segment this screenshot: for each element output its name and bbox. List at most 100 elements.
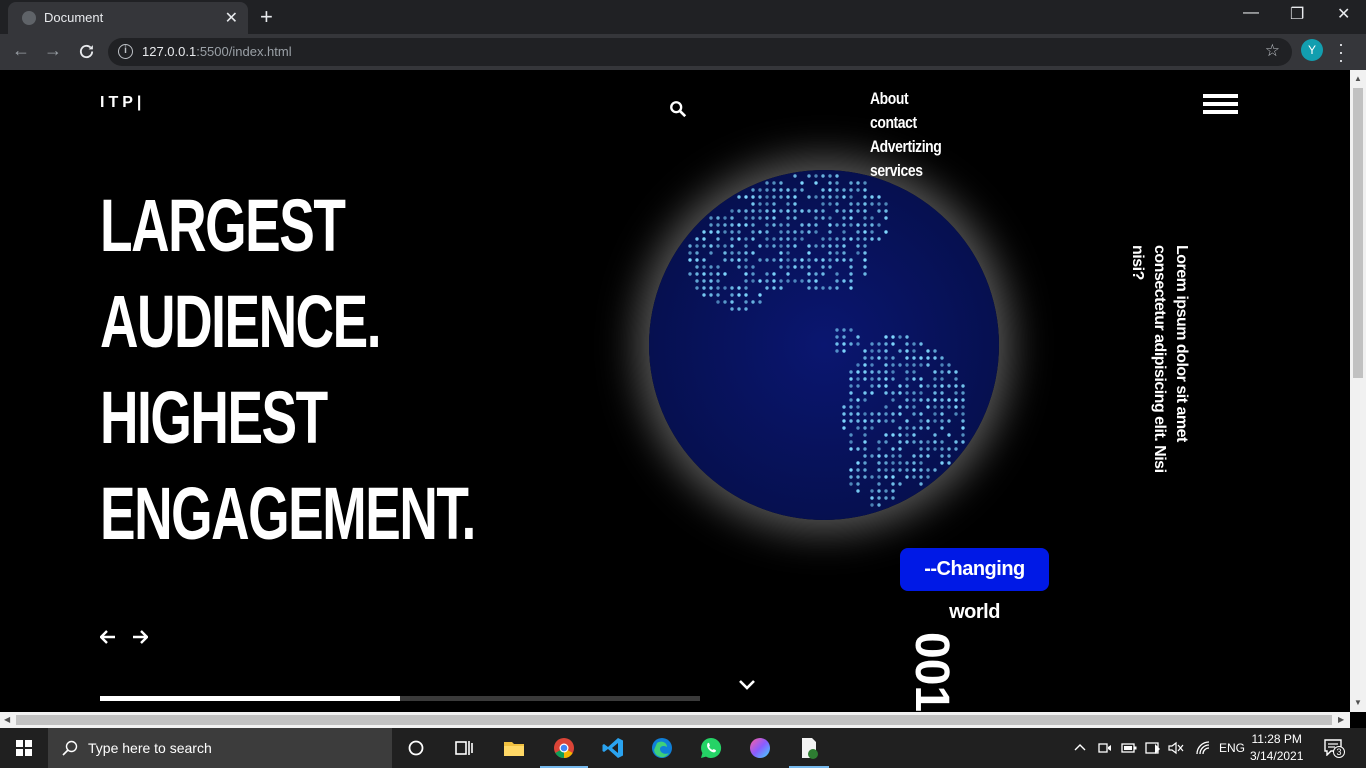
info-icon[interactable]: i [118, 44, 133, 59]
meet-now-icon[interactable] [1098, 741, 1112, 755]
map-dot [856, 209, 860, 213]
profile-avatar[interactable]: Y [1301, 39, 1323, 61]
color-app-icon[interactable] [748, 736, 772, 760]
map-dot [849, 209, 853, 213]
horizontal-scroll-thumb[interactable] [16, 715, 1332, 725]
vertical-scrollbar[interactable]: ▲ ▼ [1350, 70, 1366, 712]
map-dot [688, 251, 692, 255]
forward-arrow-icon[interactable]: → [44, 40, 62, 61]
map-dot [884, 461, 888, 465]
site-logo[interactable]: ITP| [100, 94, 145, 112]
map-dot [765, 286, 769, 290]
restore-button[interactable]: ❐ [1290, 4, 1304, 24]
battery-icon[interactable] [1121, 743, 1137, 753]
map-dot [758, 216, 762, 220]
map-dot [835, 328, 839, 332]
task-view-icon[interactable] [452, 736, 476, 760]
scroll-down-icon[interactable]: ▼ [1354, 698, 1362, 707]
map-dot [807, 279, 811, 283]
vscode-icon[interactable] [601, 736, 625, 760]
map-dot [870, 426, 874, 430]
url-text[interactable]: 127.0.0.1:5500/index.html [142, 44, 292, 59]
map-dot [800, 230, 804, 234]
map-dot [849, 237, 853, 241]
next-arrow-icon[interactable] [132, 630, 148, 644]
vertical-scroll-thumb[interactable] [1353, 88, 1363, 378]
map-dot [744, 300, 748, 304]
file-app-icon[interactable] [797, 736, 821, 760]
slide-progress-fill [100, 696, 400, 701]
map-dot [730, 258, 734, 262]
map-dot [737, 307, 741, 311]
map-dot [926, 426, 930, 430]
map-dot [863, 475, 867, 479]
taskbar-clock[interactable]: 11:28 PM 3/14/2021 [1250, 731, 1303, 765]
scroll-right-icon[interactable]: ▶ [1338, 715, 1344, 724]
map-dot [807, 230, 811, 234]
search-icon[interactable] [669, 100, 687, 118]
map-dot [814, 230, 818, 234]
nav-link-about[interactable]: About [870, 87, 941, 111]
chevron-down-icon[interactable] [738, 678, 756, 692]
scroll-up-icon[interactable]: ▲ [1354, 74, 1362, 83]
volume-muted-icon[interactable] [1168, 741, 1184, 755]
map-dot [737, 293, 741, 297]
windows-start-icon[interactable] [16, 740, 32, 756]
map-dot [933, 370, 937, 374]
nav-link-advertizing[interactable]: Advertizing [870, 135, 942, 159]
changing-world-badge[interactable]: --Changing world [900, 548, 1049, 623]
map-dot [891, 363, 895, 367]
map-dot [730, 223, 734, 227]
map-dot [856, 188, 860, 192]
address-bar[interactable]: i 127.0.0.1:5500/index.html ☆ [108, 38, 1292, 66]
back-arrow-icon[interactable]: ← [12, 40, 30, 61]
map-dot [863, 258, 867, 262]
scroll-left-icon[interactable]: ◀ [4, 715, 10, 724]
map-dot [898, 482, 902, 486]
map-dot [821, 188, 825, 192]
map-dot [891, 447, 895, 451]
browser-tab[interactable]: Document ✕ [8, 2, 248, 34]
hamburger-menu-icon[interactable] [1203, 94, 1238, 116]
map-dot [870, 377, 874, 381]
map-dot [919, 342, 923, 346]
wifi-icon[interactable] [1195, 741, 1211, 755]
map-dot [758, 300, 762, 304]
nav-link-contact[interactable]: contact [870, 111, 941, 135]
map-dot [821, 216, 825, 220]
tray-chevron-up-icon[interactable] [1074, 742, 1086, 754]
map-dot [863, 230, 867, 234]
browser-menu-icon[interactable]: · · · [1338, 35, 1344, 69]
chrome-icon[interactable] [552, 736, 576, 760]
map-dot [800, 237, 804, 241]
previous-arrow-icon[interactable] [100, 630, 116, 644]
map-dot [863, 454, 867, 458]
notification-center-icon[interactable]: 3 [1324, 738, 1345, 759]
map-dot [702, 258, 706, 262]
network-status-icon[interactable] [1145, 741, 1161, 755]
file-explorer-icon[interactable] [502, 736, 526, 760]
reload-icon[interactable] [78, 43, 95, 60]
map-dot [947, 363, 951, 367]
map-dot [856, 230, 860, 234]
map-dot [695, 244, 699, 248]
whatsapp-icon[interactable] [699, 736, 723, 760]
map-dot [779, 209, 783, 213]
window-close-button[interactable]: ✕ [1337, 4, 1350, 24]
cortana-icon[interactable] [404, 736, 428, 760]
map-dot [730, 300, 734, 304]
horizontal-scrollbar[interactable]: ◀ ▶ [0, 712, 1350, 728]
bookmark-star-icon[interactable]: ☆ [1265, 41, 1280, 61]
language-indicator[interactable]: ENG [1219, 741, 1245, 755]
minimize-button[interactable]: — [1243, 4, 1259, 22]
map-dot [842, 426, 846, 430]
close-tab-icon[interactable]: ✕ [225, 8, 238, 28]
map-dot [919, 440, 923, 444]
edge-icon[interactable] [650, 736, 674, 760]
map-dot [758, 230, 762, 234]
new-tab-button[interactable]: + [260, 4, 273, 30]
taskbar-search-box[interactable]: Type here to search [48, 728, 392, 768]
map-dot [828, 195, 832, 199]
map-dot [849, 188, 853, 192]
map-dot [870, 195, 874, 199]
